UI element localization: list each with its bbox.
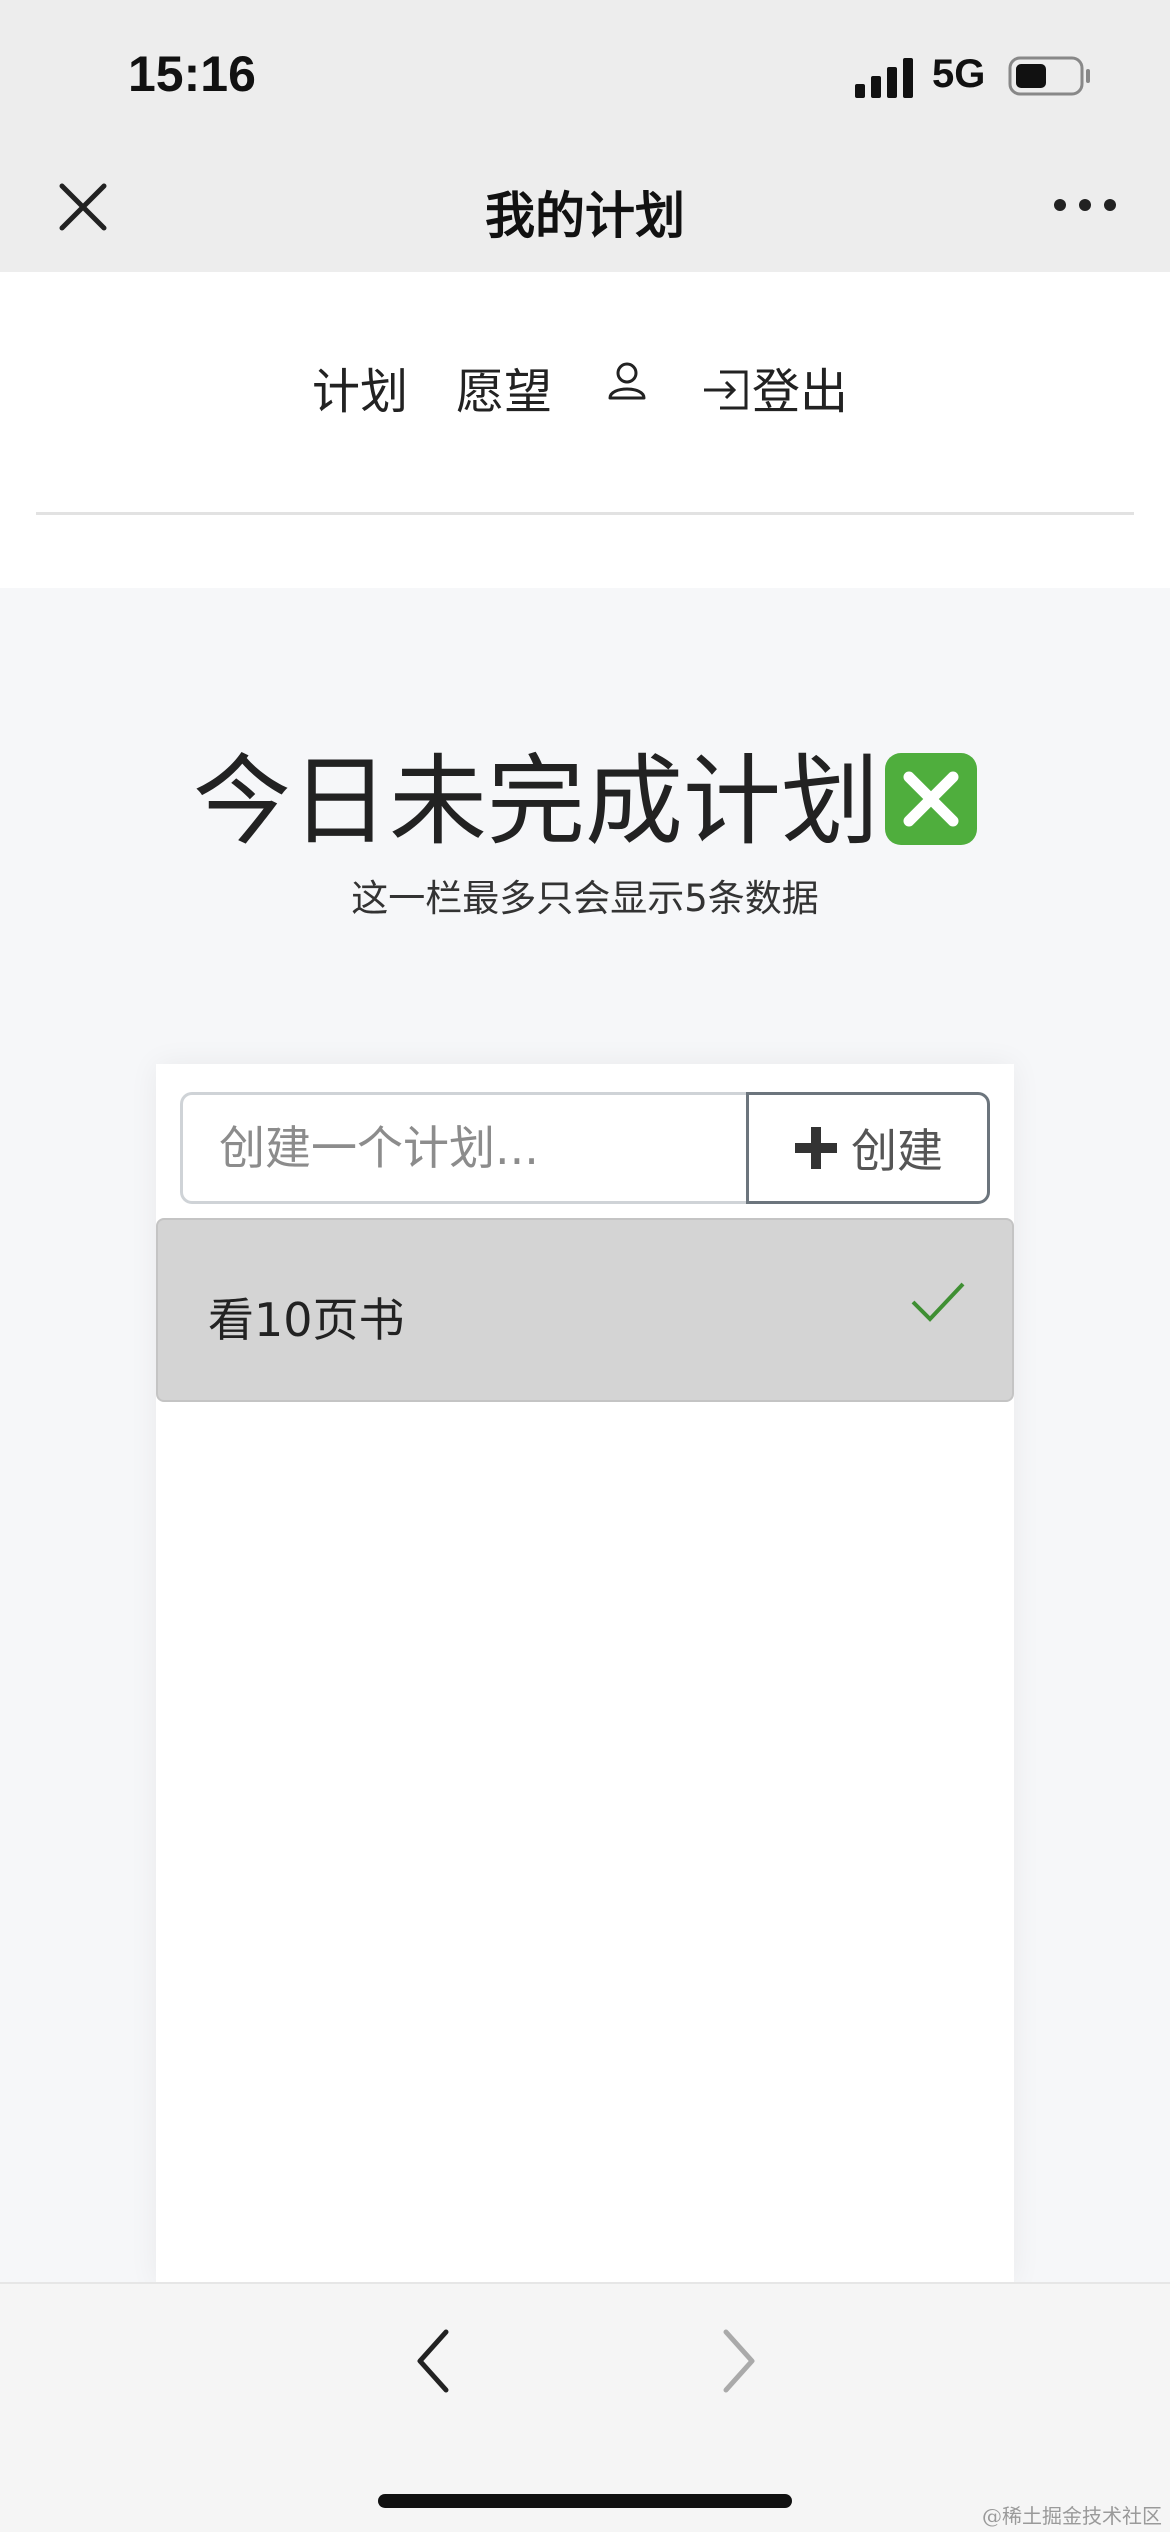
plan-text: 看10页书 xyxy=(208,1293,405,1347)
top-menu-area: 计划 愿望 登出 xyxy=(0,272,1170,588)
hero-subtitle: 这一栏最多只会显示5条数据 xyxy=(351,877,819,920)
more-icon[interactable] xyxy=(1052,194,1118,216)
menu-item-wish[interactable]: 愿望 xyxy=(456,352,552,422)
status-bar: 15:16 5G xyxy=(0,0,1170,140)
user-icon[interactable] xyxy=(606,360,648,402)
back-arrow-icon[interactable] xyxy=(414,2326,454,2396)
network-type: 5G xyxy=(932,52,986,96)
hero-heading: 今日未完成计划 xyxy=(0,722,1170,864)
browser-toolbar xyxy=(0,2282,1170,2532)
status-time: 15:16 xyxy=(128,46,256,102)
menu-divider xyxy=(36,512,1134,515)
create-button[interactable]: 创建 xyxy=(746,1092,990,1204)
page-title: 我的计划 xyxy=(485,187,685,245)
logout-icon xyxy=(704,370,748,410)
create-button-label: 创建 xyxy=(851,1124,943,1178)
home-indicator[interactable] xyxy=(378,2494,792,2508)
forward-arrow-icon[interactable] xyxy=(718,2326,758,2396)
logout-label: 登出 xyxy=(752,364,849,420)
watermark: @稀土掘金技术社区 xyxy=(982,2504,1162,2528)
cross-mark-icon xyxy=(885,753,977,845)
menu-item-plan[interactable]: 计划 xyxy=(312,352,408,422)
hero-title: 今日未完成计划 xyxy=(192,745,879,859)
check-icon[interactable] xyxy=(910,1280,966,1324)
plan-input[interactable] xyxy=(180,1092,746,1204)
list-item[interactable]: 看10页书 xyxy=(156,1218,1014,1402)
plus-icon xyxy=(795,1127,837,1169)
signal-icon xyxy=(855,58,913,98)
create-plan-form: 创建 xyxy=(180,1092,990,1204)
nav-bar: 我的计划 xyxy=(0,140,1170,272)
top-menu: 计划 愿望 登出 xyxy=(0,352,1170,422)
battery-icon xyxy=(1008,56,1090,96)
logout-link[interactable]: 登出 xyxy=(702,352,848,422)
